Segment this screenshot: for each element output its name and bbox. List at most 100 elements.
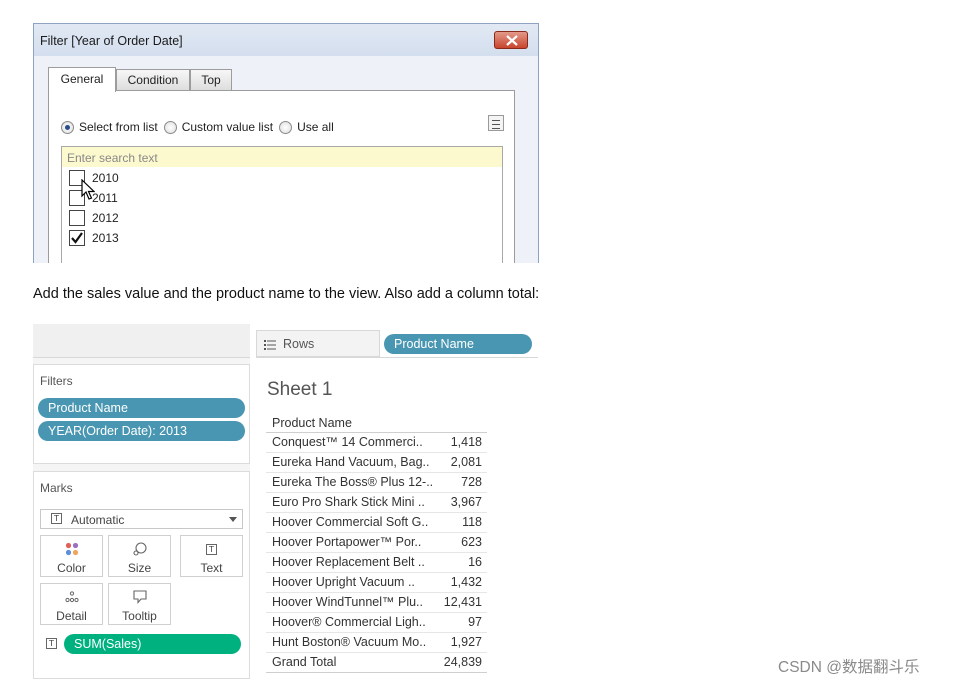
size-label: Size: [127, 561, 152, 575]
product-name-cell: Hoover® Commercial Ligh..: [266, 612, 434, 633]
text-icon-wrap: T: [181, 542, 242, 556]
tooltip-icon: [109, 590, 170, 604]
grand-total-row[interactable]: Grand Total 24,839: [266, 651, 487, 673]
tab-general[interactable]: General: [48, 67, 116, 92]
grand-total-label: Grand Total: [266, 651, 434, 673]
product-name-cell: Hunt Boston® Vacuum Mo..: [266, 632, 434, 653]
text-icon: T: [206, 543, 217, 555]
menu-icon: [492, 120, 500, 121]
text-label: Text: [200, 561, 223, 575]
dialog-titlebar: Filter [Year of Order Date]: [34, 24, 538, 56]
sales-value-cell: 1,432: [433, 572, 487, 593]
custom-value-list-label[interactable]: Custom value list: [182, 120, 273, 134]
table-row[interactable]: Eureka The Boss® Plus 12-.. 728: [266, 472, 487, 493]
rows-icon: [264, 340, 276, 350]
size-button[interactable]: Size: [108, 535, 171, 577]
color-icon: [41, 542, 102, 556]
text-encoding-icon: T: [46, 638, 57, 649]
filters-card: Filters Product Name YEAR(Order Date): 2…: [33, 364, 250, 464]
chevron-down-icon: [229, 517, 237, 522]
sales-value-cell: 728: [433, 472, 487, 493]
sheet-title: Sheet 1: [267, 379, 333, 400]
use-all-label[interactable]: Use all: [297, 120, 334, 134]
watermark: CSDN @数据翻斗乐: [778, 659, 920, 676]
sales-value-cell: 12,431: [433, 592, 487, 613]
year-label: 2010: [92, 171, 119, 185]
marks-card: Marks T Automatic Color Size T Text Deta…: [33, 471, 250, 679]
checkmark-icon: [71, 232, 83, 244]
year-label: 2012: [92, 211, 119, 225]
select-from-list-label[interactable]: Select from list: [79, 120, 158, 134]
sales-value-cell: 16: [433, 552, 487, 573]
selection-mode-options: Select from list Custom value list Use a…: [61, 120, 340, 134]
product-name-cell: Eureka The Boss® Plus 12-..: [266, 472, 434, 493]
detail-button[interactable]: Detail: [40, 583, 103, 625]
table-row[interactable]: Eureka Hand Vacuum, Bag.. 2,081: [266, 452, 487, 473]
table-row[interactable]: Hoover WindTunnel™ Plu.. 12,431: [266, 592, 487, 613]
sales-value-cell: 3,967: [433, 492, 487, 513]
tooltip-label: Tooltip: [122, 609, 157, 623]
product-name-cell: Hoover Portapower™ Por..: [266, 532, 434, 553]
list-item[interactable]: 2013: [69, 229, 119, 247]
column-header-product-name[interactable]: Product Name: [266, 414, 487, 433]
year-checkbox[interactable]: [69, 210, 85, 226]
custom-value-list-radio[interactable]: [163, 120, 177, 134]
table-row[interactable]: Hoover Upright Vacuum .. 1,432: [266, 572, 487, 593]
size-icon: [109, 542, 170, 556]
close-icon: [506, 35, 518, 46]
product-name-cell: Hoover Upright Vacuum ..: [266, 572, 434, 593]
filter-pill-year[interactable]: YEAR(Order Date): 2013: [38, 421, 245, 441]
rows-pill-product-name[interactable]: Product Name: [384, 334, 532, 354]
list-menu-button[interactable]: [488, 115, 504, 131]
instruction-text: Add the sales value and the product name…: [33, 286, 540, 302]
marks-pill-sum-sales[interactable]: SUM(Sales): [64, 634, 241, 654]
dialog-title: Filter [Year of Order Date]: [40, 34, 183, 48]
tab-top[interactable]: Top: [190, 69, 232, 91]
color-button[interactable]: Color: [40, 535, 103, 577]
filters-title: Filters: [40, 374, 73, 388]
close-button[interactable]: [494, 31, 528, 49]
cards-pane: Filters Product Name YEAR(Order Date): 2…: [33, 324, 250, 679]
product-name-cell: Conquest™ 14 Commerci..: [266, 432, 434, 453]
table-row[interactable]: Hoover Portapower™ Por.. 623: [266, 532, 487, 553]
sales-value-cell: 623: [433, 532, 487, 553]
table-row[interactable]: Hoover® Commercial Ligh.. 97: [266, 612, 487, 633]
table-row[interactable]: Conquest™ 14 Commerci.. 1,418: [266, 432, 487, 453]
use-all-radio[interactable]: [279, 120, 293, 134]
list-item[interactable]: 2012: [69, 209, 119, 227]
table-row[interactable]: Euro Pro Shark Stick Mini .. 3,967: [266, 492, 487, 513]
table-row[interactable]: Hoover Replacement Belt .. 16: [266, 552, 487, 573]
tooltip-button[interactable]: Tooltip: [108, 583, 171, 625]
filter-pill-product-name[interactable]: Product Name: [38, 398, 245, 418]
detail-icon: [41, 590, 102, 604]
tab-condition[interactable]: Condition: [116, 69, 190, 91]
sales-value-cell: 1,927: [433, 632, 487, 653]
sales-value-cell: 2,081: [433, 452, 487, 473]
general-tab-panel: Select from list Custom value list Use a…: [48, 90, 515, 263]
menu-icon-line: [492, 128, 500, 129]
detail-label: Detail: [56, 609, 87, 623]
mark-type-dropdown[interactable]: T Automatic: [40, 509, 243, 529]
sales-value-cell: 118: [433, 512, 487, 533]
filter-dialog: Filter [Year of Order Date] General Cond…: [33, 23, 539, 263]
product-name-cell: Hoover WindTunnel™ Plu..: [266, 592, 434, 613]
sales-value-cell: 97: [433, 612, 487, 633]
product-name-cell: Hoover Commercial Soft G..: [266, 512, 434, 533]
product-name-cell: Eureka Hand Vacuum, Bag..: [266, 452, 434, 473]
rows-shelf: Rows Product Name: [256, 330, 538, 358]
rows-shelf-label: Rows: [256, 330, 380, 357]
rows-label: Rows: [283, 337, 315, 351]
mark-type-value: Automatic: [71, 513, 125, 527]
mouse-cursor-icon: [81, 179, 95, 200]
menu-icon-line: [492, 124, 500, 125]
table-row[interactable]: Hunt Boston® Vacuum Mo.. 1,927: [266, 632, 487, 653]
year-checkbox-checked[interactable]: [69, 230, 85, 246]
tableau-workspace: Filters Product Name YEAR(Order Date): 2…: [33, 324, 538, 679]
marks-title: Marks: [40, 481, 73, 495]
table-row[interactable]: Hoover Commercial Soft G.. 118: [266, 512, 487, 533]
grand-total-value: 24,839: [433, 651, 487, 673]
text-mark-icon: T: [51, 513, 62, 524]
text-button[interactable]: T Text: [180, 535, 243, 577]
select-from-list-radio[interactable]: [61, 120, 74, 134]
search-input[interactable]: Enter search text: [61, 146, 503, 168]
